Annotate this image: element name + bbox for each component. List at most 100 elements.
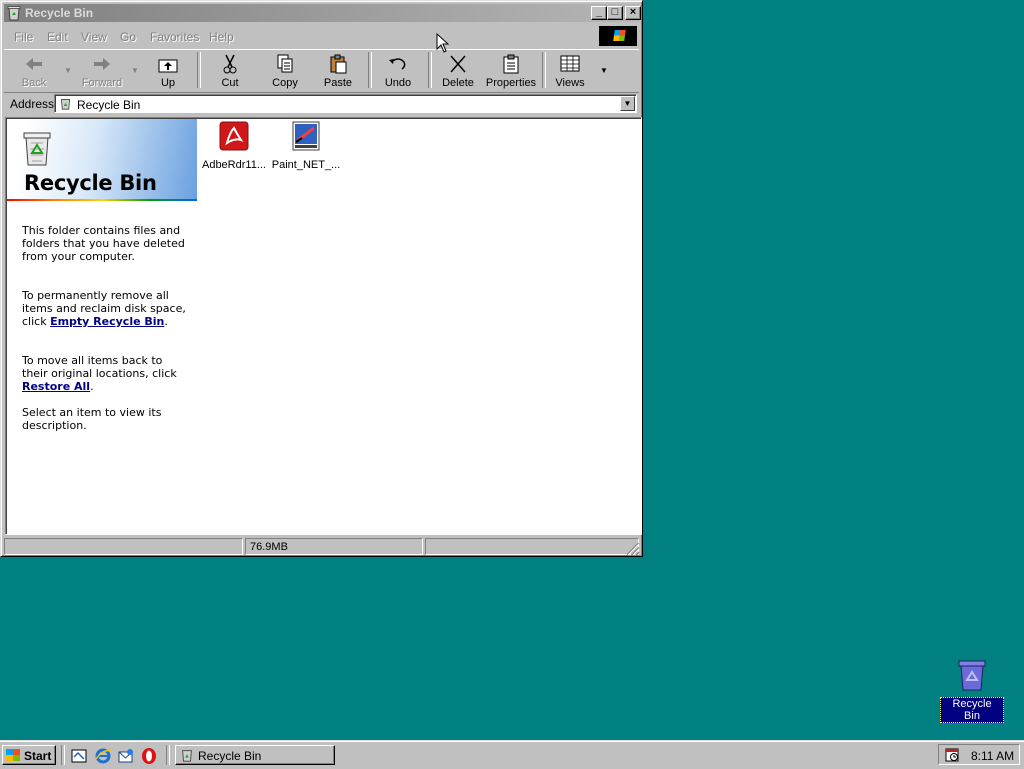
recycle-bin-icon <box>182 750 192 762</box>
info-panel-title: Recycle Bin <box>24 171 157 195</box>
restore-all-link[interactable]: Restore All <box>22 380 90 393</box>
toolbar-separator <box>428 52 432 88</box>
opera-browser-icon[interactable] <box>140 747 158 765</box>
status-pane-zone <box>425 538 639 555</box>
delete-label: Delete <box>442 77 474 89</box>
delete-button[interactable]: Delete <box>436 52 480 90</box>
mouse-cursor-icon <box>436 32 450 56</box>
undo-label: Undo <box>384 77 412 89</box>
status-bar: 76.9MB <box>4 538 639 556</box>
file-name: AdbeRdr11... <box>201 159 266 171</box>
back-label: Back <box>21 77 47 89</box>
paste-button[interactable]: Paste <box>316 52 360 90</box>
cut-button[interactable]: Cut <box>210 52 250 90</box>
file-item[interactable]: AdbeRdr11... <box>198 120 270 171</box>
status-pane-objects <box>4 538 243 555</box>
info-panel-divider <box>7 199 197 201</box>
taskbar-separator <box>166 745 170 765</box>
paste-label: Paste <box>323 77 353 89</box>
forward-dropdown-icon[interactable]: ▼ <box>131 66 139 75</box>
file-name: Paint_NET_... <box>271 159 341 171</box>
copy-icon <box>277 54 293 73</box>
copy-label: Copy <box>272 77 298 89</box>
views-label: Views <box>555 77 585 89</box>
windows-logo-icon <box>599 26 637 46</box>
toolbar: Back ▼ Forward ▼ Up Cut Copy Paste Undo <box>4 49 639 93</box>
minimize-button[interactable]: _ <box>591 6 607 20</box>
up-button[interactable]: Up <box>148 52 188 90</box>
views-grid-icon <box>560 55 580 72</box>
address-value: Recycle Bin <box>77 98 141 112</box>
toolbar-separator <box>197 52 201 88</box>
delete-x-icon <box>450 55 466 73</box>
desktop-icon-label: Recycle Bin <box>940 697 1004 723</box>
recycle-bin-icon <box>60 99 71 110</box>
menu-edit[interactable]: Edit <box>47 30 68 44</box>
clock[interactable]: 8:11 AM <box>971 749 1014 763</box>
desktop-recycle-bin[interactable]: Recycle Bin <box>940 658 1004 723</box>
up-label: Up <box>160 77 176 89</box>
maximize-button[interactable]: □ <box>607 6 623 20</box>
info-description: This folder contains files and folders t… <box>22 224 185 263</box>
undo-icon <box>389 58 406 70</box>
paintnet-installer-icon <box>292 121 320 151</box>
system-tray: 8:11 AM <box>938 744 1020 765</box>
taskbar-button-recycle-bin[interactable]: Recycle Bin <box>175 745 335 765</box>
window-title: Recycle Bin <box>25 6 94 20</box>
cut-label: Cut <box>221 77 239 89</box>
taskbar-button-label: Recycle Bin <box>198 749 262 763</box>
forward-button[interactable]: Forward <box>76 52 128 90</box>
info-restore-text: To move all items back to their original… <box>22 354 177 380</box>
empty-recycle-bin-link[interactable]: Empty Recycle Bin <box>50 315 164 328</box>
menu-favorites[interactable]: Favorites <box>150 30 199 44</box>
views-button[interactable]: Views <box>549 52 591 90</box>
taskbar-separator <box>61 745 65 765</box>
outlook-express-icon[interactable] <box>117 747 135 765</box>
menu-help[interactable]: Help <box>209 30 234 44</box>
file-item[interactable]: Paint_NET_... <box>270 120 342 171</box>
info-select-hint: Select an item to view its description. <box>22 406 162 432</box>
properties-label: Properties <box>485 77 537 89</box>
address-input[interactable]: Recycle Bin ▼ <box>54 94 637 113</box>
pdf-installer-icon <box>219 121 249 151</box>
toolbar-separator <box>368 52 372 88</box>
address-label: Address <box>10 97 55 111</box>
address-bar: Address Recycle Bin ▼ <box>4 93 639 115</box>
show-desktop-icon[interactable] <box>70 747 88 765</box>
back-dropdown-icon[interactable]: ▼ <box>64 66 72 75</box>
explorer-window: Recycle Bin _ □ × File Edit View Go Favo… <box>0 0 643 557</box>
back-arrow-icon <box>26 58 42 70</box>
internet-explorer-icon[interactable] <box>94 747 112 765</box>
menu-bar: File Edit View Go Favorites Help <box>4 25 639 47</box>
start-label: Start <box>24 749 52 763</box>
forward-arrow-icon <box>94 58 110 70</box>
recycle-bin-icon <box>23 132 51 166</box>
recycle-bin-icon <box>7 6 21 21</box>
title-bar[interactable]: Recycle Bin _ □ × <box>4 4 641 22</box>
status-pane-size: 76.9MB <box>245 538 423 555</box>
folder-view[interactable]: Recycle Bin This folder contains files a… <box>5 117 642 535</box>
taskbar: Start Recycle Bin 8:11 AM <box>0 740 1024 769</box>
toolbar-separator <box>542 52 546 88</box>
views-dropdown-icon[interactable]: ▼ <box>600 66 608 75</box>
scissors-icon <box>223 54 237 74</box>
info-empty-paragraph: To permanently remove all items and recl… <box>22 289 186 328</box>
menu-view[interactable]: View <box>81 30 107 44</box>
close-button[interactable]: × <box>625 6 641 20</box>
undo-button[interactable]: Undo <box>376 52 420 90</box>
menu-file[interactable]: File <box>14 30 33 44</box>
properties-button[interactable]: Properties <box>484 52 538 90</box>
menu-go[interactable]: Go <box>120 30 136 44</box>
scheduler-icon[interactable] <box>944 747 960 763</box>
forward-label: Forward <box>81 77 123 89</box>
folder-up-icon <box>158 59 178 73</box>
copy-button[interactable]: Copy <box>263 52 307 90</box>
address-dropdown-icon[interactable]: ▼ <box>620 96 635 111</box>
windows-logo-icon <box>6 749 20 761</box>
start-button[interactable]: Start <box>2 745 56 765</box>
recycle-bin-icon <box>958 660 986 691</box>
back-button[interactable]: Back <box>12 52 56 90</box>
properties-icon <box>503 54 519 74</box>
resize-grip[interactable] <box>627 543 639 555</box>
info-restore-paragraph: To move all items back to their original… <box>22 354 177 393</box>
